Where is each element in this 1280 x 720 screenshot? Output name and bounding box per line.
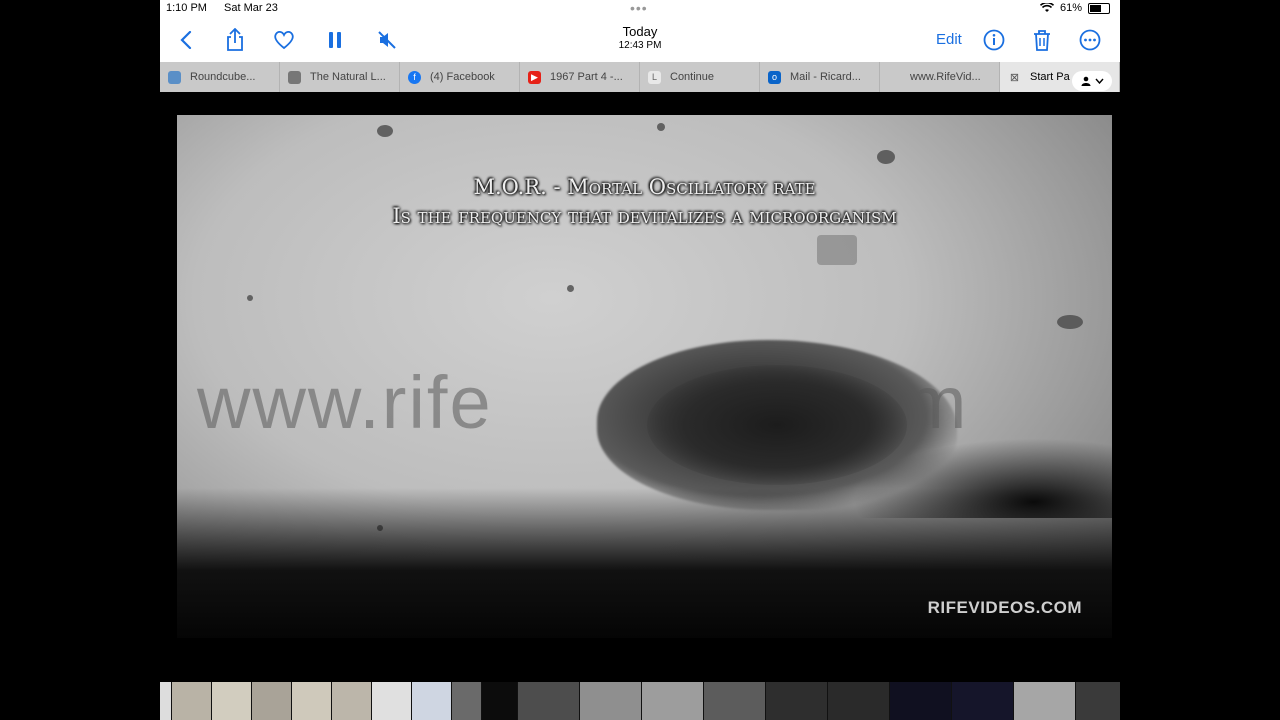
speck — [377, 125, 393, 137]
blank-icon — [888, 71, 901, 84]
thumbnail[interactable] — [292, 682, 332, 720]
tab-youtube[interactable]: ▶ 1967 Part 4 -... — [520, 62, 640, 92]
speck — [567, 285, 574, 292]
status-bar: 1:10 PM Sat Mar 23 ••• 61% — [160, 0, 1120, 18]
tab-natural-law[interactable]: The Natural L... — [280, 62, 400, 92]
subtitle-line-1: M.O.R. - Mortal Oscillatory rate — [473, 175, 816, 199]
tab-label: (4) Facebook — [430, 71, 495, 83]
edit-button[interactable]: Edit — [936, 31, 962, 48]
video-frame[interactable]: www.rifecom M.O.R. - Mortal Oscillatory … — [177, 115, 1112, 638]
thumbnail[interactable] — [890, 682, 952, 720]
tab-roundcube[interactable]: Roundcube... — [160, 62, 280, 92]
tab-label: Mail - Ricard... — [790, 71, 861, 83]
status-date: Sat Mar 23 — [224, 2, 278, 14]
speck — [1057, 315, 1083, 329]
battery-percent: 61% — [1059, 2, 1082, 14]
more-options-icon[interactable] — [1076, 26, 1104, 54]
photo-toolbar: Today 12:43 PM Edit — [160, 18, 1120, 62]
thumbnail[interactable] — [160, 682, 172, 720]
thumbnail[interactable] — [766, 682, 828, 720]
tab-rifevideos[interactable]: www.RifeVid... — [880, 62, 1000, 92]
youtube-icon: ▶ — [528, 70, 541, 84]
close-tab-icon[interactable]: ⊠ — [1008, 71, 1021, 84]
thumbnail[interactable] — [704, 682, 766, 720]
photo-date: Today — [622, 24, 658, 39]
tab-label: Roundcube... — [190, 71, 256, 83]
thumbnail[interactable] — [372, 682, 412, 720]
photo-time: 12:43 PM — [618, 40, 662, 51]
subtitle-line-2: Is the frequency that devitalizes a micr… — [392, 204, 897, 228]
speck — [877, 150, 895, 164]
speck — [247, 295, 253, 301]
thumbnail[interactable] — [452, 682, 482, 720]
thumbnail[interactable] — [212, 682, 252, 720]
trash-icon[interactable] — [1028, 26, 1056, 54]
person-icon — [1081, 76, 1090, 86]
dark-region — [852, 438, 1112, 518]
roundcube-icon — [168, 70, 181, 84]
thumbnail[interactable] — [1076, 682, 1120, 720]
thumbnail[interactable] — [412, 682, 452, 720]
thumbnail[interactable] — [580, 682, 642, 720]
watermark-start: www.rife — [197, 361, 493, 444]
natural-law-icon — [288, 70, 301, 84]
thumbnail[interactable] — [172, 682, 212, 720]
tab-label: The Natural L... — [310, 71, 386, 83]
ipad-screen: 1:10 PM Sat Mar 23 ••• 61% Today 12:43 P… — [160, 0, 1120, 720]
chevron-down-icon — [1094, 78, 1104, 84]
wifi-icon — [1039, 3, 1054, 12]
tab-label: Continue — [670, 71, 715, 83]
thumbnail[interactable] — [332, 682, 372, 720]
outlook-icon: o — [768, 70, 781, 84]
tab-label: Start Pa — [1030, 71, 1070, 83]
tab-mail[interactable]: o Mail - Ricard... — [760, 62, 880, 92]
brand-watermark: RIFEVIDEOS.COM — [927, 598, 1082, 617]
status-time: 1:10 PM — [166, 2, 207, 14]
multitasking-dots-icon[interactable]: ••• — [630, 0, 648, 16]
letter-l-icon: L — [648, 70, 661, 84]
tab-continue[interactable]: L Continue — [640, 62, 760, 92]
photo-date-header: Today 12:43 PM — [160, 24, 1120, 51]
thumbnail[interactable] — [642, 682, 704, 720]
tab-facebook[interactable]: f (4) Facebook — [400, 62, 520, 92]
thumbnail[interactable] — [252, 682, 292, 720]
profile-menu-button[interactable] — [1072, 71, 1112, 91]
thumbnail-strip[interactable] — [160, 682, 1120, 720]
thumbnail[interactable] — [828, 682, 890, 720]
browser-tab-bar: Roundcube... The Natural L... f (4) Face… — [160, 62, 1120, 92]
thumbnail[interactable] — [1014, 682, 1076, 720]
speck — [657, 123, 665, 131]
tab-label: 1967 Part 4 -... — [550, 71, 623, 83]
thumbnail[interactable] — [518, 682, 580, 720]
facebook-icon: f — [408, 70, 421, 84]
speck — [817, 235, 857, 265]
thumbnail[interactable] — [952, 682, 1014, 720]
battery-icon — [1088, 2, 1110, 14]
tab-label: www.RifeVid... — [910, 71, 981, 83]
thumbnail[interactable] — [482, 682, 518, 720]
info-icon[interactable] — [980, 26, 1008, 54]
